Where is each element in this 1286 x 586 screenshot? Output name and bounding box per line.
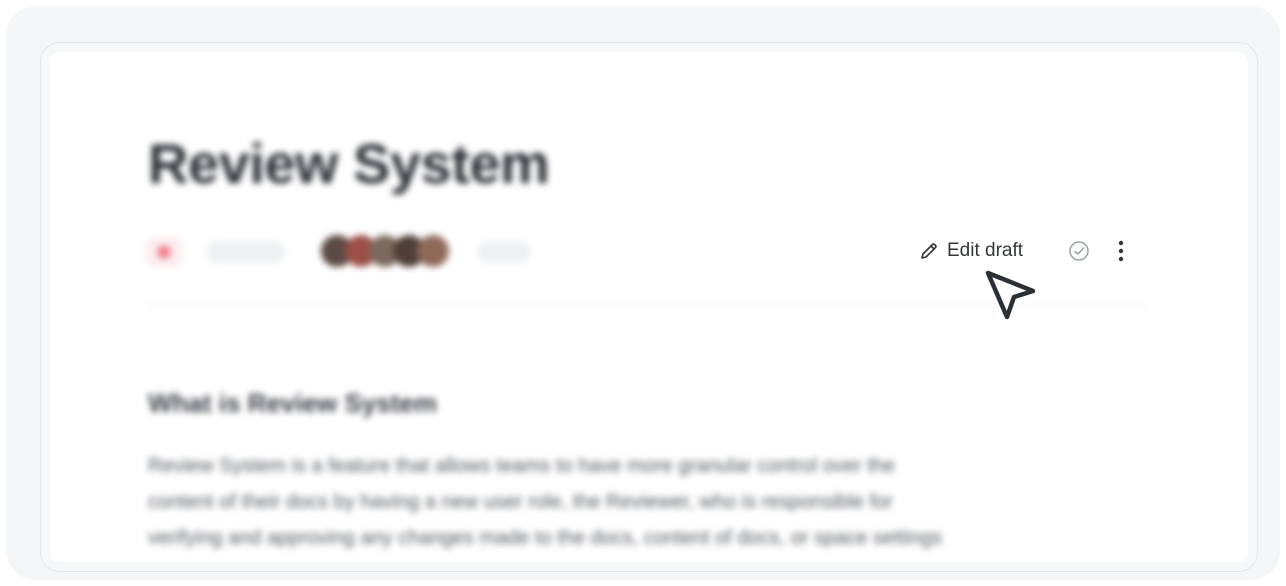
doc-page: Review System What is Review System Revi… <box>40 42 1258 572</box>
status-mark <box>158 246 170 258</box>
check-circle-icon <box>1068 240 1090 262</box>
date-chip <box>207 241 285 263</box>
edit-draft-label: Edit draft <box>947 240 1024 261</box>
approve-button[interactable] <box>1067 239 1091 263</box>
edit-draft-button[interactable]: Edit draft <box>913 234 1029 268</box>
status-badge <box>147 237 181 267</box>
page-title: Review System <box>148 132 550 195</box>
comment-count-chip <box>477 241 531 263</box>
body-text-line: content of their docs by having a new us… <box>148 491 893 513</box>
body-text-line: Review System is a feature that allows t… <box>148 455 896 477</box>
body-text-line: verifying and approving any changes made… <box>148 527 942 549</box>
pencil-icon <box>919 241 939 261</box>
blurred-document-content: Review System What is Review System Revi… <box>41 43 1257 571</box>
more-vertical-icon <box>1117 239 1125 263</box>
screenshot-frame: Review System What is Review System Revi… <box>6 6 1280 580</box>
avatar <box>417 235 449 267</box>
title-divider <box>147 305 1147 306</box>
more-menu-button[interactable] <box>1109 237 1133 265</box>
section-heading: What is Review System <box>148 388 437 418</box>
